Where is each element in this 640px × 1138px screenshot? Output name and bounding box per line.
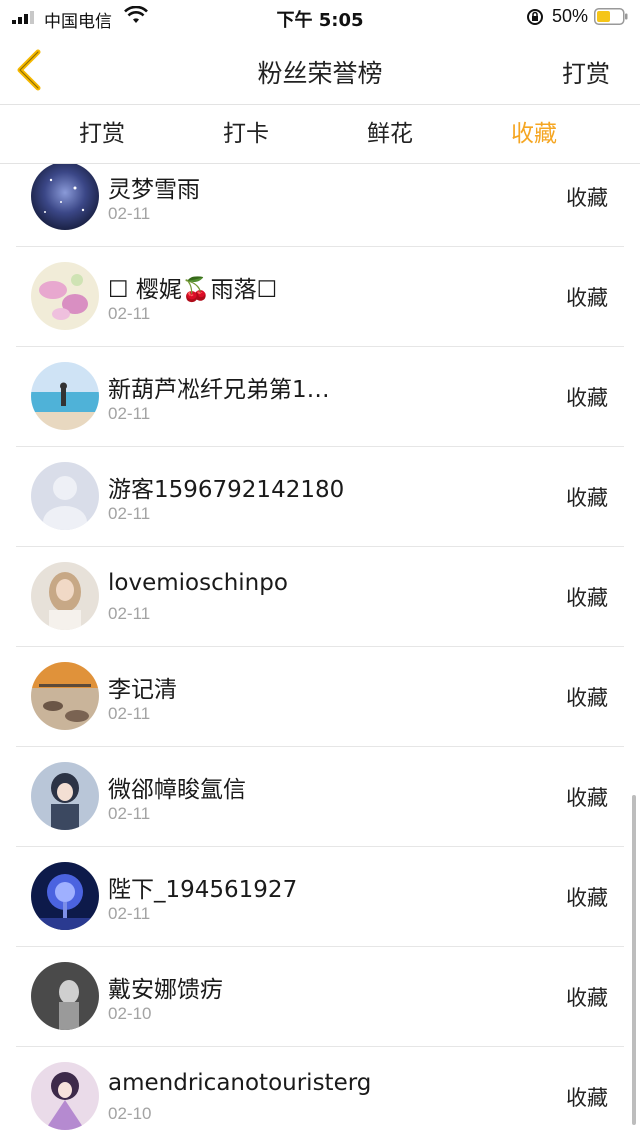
scrollbar[interactable]	[632, 795, 636, 1125]
battery-percentage: 50%	[552, 6, 589, 26]
status-bar: 中国电信 下午 5:05 50%	[0, 0, 640, 34]
status-time: 下午 5:05	[276, 10, 364, 31]
list-item[interactable]: 李记清 02-11 收藏	[16, 646, 624, 747]
beach-avatar	[31, 362, 99, 430]
list-item[interactable]: 新葫芦凇纤兄弟第1… 02-11 收藏	[16, 346, 624, 447]
action-label: 收藏	[566, 886, 608, 910]
list-item[interactable]: amendricanotouristerg 02-10 收藏	[16, 1046, 624, 1138]
list-item[interactable]: 灵梦雪雨 02-11 收藏	[16, 164, 624, 247]
user-name: 李记清	[108, 677, 177, 703]
action-date: 02-11	[108, 504, 151, 523]
action-date: 02-11	[108, 304, 151, 323]
dark-figure-avatar	[31, 962, 99, 1030]
action-label: 收藏	[566, 586, 608, 610]
avatar	[31, 562, 99, 630]
action-label: 收藏	[566, 286, 608, 310]
battery-icon	[594, 8, 628, 25]
list-item[interactable]: 微郤幛睃氲信 02-11 收藏	[16, 746, 624, 847]
reward-button[interactable]: 打赏	[562, 54, 610, 89]
list-item[interactable]: ☐ 樱娓🍒雨落☐ 02-11 收藏	[16, 246, 624, 347]
tab-favorites[interactable]: 收藏	[462, 105, 606, 163]
action-date: 02-11	[108, 804, 151, 823]
action-date: 02-10	[108, 1004, 152, 1023]
list-item[interactable]: 游客1596792142180 02-11 收藏	[16, 446, 624, 547]
tab-flowers[interactable]: 鲜花	[318, 105, 462, 163]
action-label: 收藏	[566, 386, 608, 410]
sunset-avatar	[31, 662, 99, 730]
user-name: 陛下_194561927	[108, 877, 298, 903]
action-label: 收藏	[566, 786, 608, 810]
list-item[interactable]: 陛下_194561927 02-11 收藏	[16, 846, 624, 947]
action-date: 02-11	[108, 404, 151, 423]
action-date: 02-11	[108, 904, 151, 923]
portrait-avatar	[31, 562, 99, 630]
anime-doll-avatar	[31, 1062, 99, 1130]
anime-avatar	[31, 762, 99, 830]
fan-list[interactable]: 灵梦雪雨 02-11 收藏 ☐ 樱娓🍒雨落☐ 02-11 收藏 新葫芦凇纤兄弟第…	[0, 164, 640, 1138]
avatar	[31, 1062, 99, 1130]
navigation-bar: 粉丝荣誉榜 打赏	[0, 34, 640, 104]
page-title: 粉丝荣誉榜	[257, 59, 383, 88]
action-date: 02-11	[108, 204, 151, 223]
avatar	[31, 962, 99, 1030]
tab-checkin[interactable]: 打卡	[174, 105, 318, 163]
user-name: 微郤幛睃氲信	[108, 777, 246, 803]
avatar	[31, 662, 99, 730]
tab-bar: 打赏 打卡 鲜花 收藏	[0, 105, 640, 163]
list-item[interactable]: 戴安娜馈疠 02-10 收藏	[16, 946, 624, 1047]
action-label: 收藏	[566, 486, 608, 510]
avatar	[31, 462, 99, 530]
default-user-avatar	[31, 462, 99, 530]
user-name: 灵梦雪雨	[108, 177, 200, 203]
action-label: 收藏	[566, 186, 608, 210]
user-name: 游客1596792142180	[108, 477, 345, 503]
tab-reward[interactable]: 打赏	[30, 105, 174, 163]
user-name: amendricanotouristerg	[108, 1070, 372, 1096]
action-date: 02-11	[108, 704, 151, 723]
avatar	[31, 762, 99, 830]
action-date: 02-10	[108, 1104, 152, 1123]
list-item[interactable]: lovemioschinpo 02-11 收藏	[16, 546, 624, 647]
avatar	[31, 164, 99, 230]
action-label: 收藏	[566, 1086, 608, 1110]
avatar	[31, 362, 99, 430]
pink-flowers-avatar	[31, 262, 99, 330]
user-name: 新葫芦凇纤兄弟第1…	[108, 377, 330, 403]
blue-tree-avatar	[31, 862, 99, 930]
user-name: 戴安娜馈疠	[108, 977, 223, 1003]
avatar	[31, 262, 99, 330]
action-date: 02-11	[108, 604, 151, 623]
orientation-lock-icon	[527, 9, 543, 25]
user-name: lovemioschinpo	[108, 570, 288, 596]
user-name: ☐ 樱娓🍒雨落☐	[108, 277, 278, 303]
avatar	[31, 862, 99, 930]
action-label: 收藏	[566, 686, 608, 710]
action-label: 收藏	[566, 986, 608, 1010]
starry-sky-avatar	[31, 164, 99, 230]
